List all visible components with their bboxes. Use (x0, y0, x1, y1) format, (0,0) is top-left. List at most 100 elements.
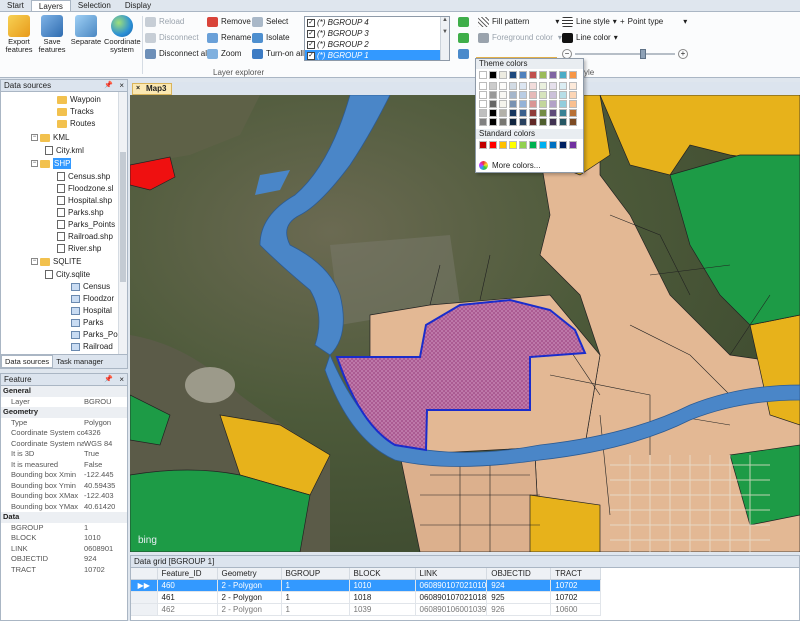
color-swatch[interactable] (559, 118, 567, 126)
tree-node[interactable]: − SQLITE (31, 256, 81, 267)
property-value[interactable]: 1010 (84, 533, 127, 544)
color-swatch[interactable] (539, 100, 547, 108)
table-cell[interactable]: 1 (281, 603, 350, 616)
property-value[interactable]: 4326 (84, 428, 127, 439)
color-swatch[interactable] (529, 118, 537, 126)
tree-node[interactable]: Tracks (57, 106, 94, 117)
color-swatch[interactable] (519, 100, 527, 108)
color-swatch[interactable] (499, 91, 507, 99)
row-header[interactable] (131, 591, 158, 604)
column-header[interactable]: LINK (415, 568, 488, 580)
color-swatch[interactable] (559, 141, 567, 149)
color-swatch[interactable] (519, 71, 527, 79)
color-swatch[interactable] (499, 82, 507, 90)
property-value[interactable]: 10702 (84, 565, 127, 576)
table-cell[interactable]: 461 (157, 591, 218, 604)
color-swatch[interactable] (539, 109, 547, 117)
collapse-icon[interactable]: − (31, 160, 38, 167)
color-swatch[interactable] (559, 82, 567, 90)
color-swatch[interactable] (559, 71, 567, 79)
column-header[interactable]: Feature_ID (157, 568, 218, 580)
property-value[interactable]: 40.61420 (84, 502, 127, 513)
color-swatch[interactable] (489, 82, 497, 90)
color-swatch[interactable] (549, 109, 557, 117)
property-value[interactable]: False (84, 460, 127, 471)
tab-selection[interactable]: Selection (71, 0, 118, 11)
property-value[interactable]: BGROU (84, 397, 127, 408)
color-swatch[interactable] (569, 100, 577, 108)
table-cell[interactable]: 10600 (550, 603, 602, 616)
tab-task-manager[interactable]: Task manager (53, 355, 106, 368)
color-swatch[interactable] (509, 100, 517, 108)
tree-node[interactable]: Hospital (71, 305, 112, 316)
color-swatch[interactable] (529, 141, 537, 149)
row-header[interactable]: ▶▶ (131, 579, 158, 592)
line-color-dropdown[interactable]: Line color ▾ (562, 32, 618, 44)
table-row[interactable]: ▶▶ 460 2 - Polygon 1 1010 060890107021010 924 1… (131, 579, 602, 592)
color-swatch[interactable] (569, 118, 577, 126)
close-icon[interactable]: × (136, 84, 140, 94)
layer-item-bgroup-1[interactable]: ✓ (*) BGROUP 1 (305, 50, 449, 60)
table-cell[interactable]: 1039 (349, 603, 416, 616)
point-type-dropdown[interactable]: + Point type ▾ (620, 16, 687, 28)
table-cell[interactable]: 060890106001039 (415, 603, 488, 616)
line-style-dropdown[interactable]: Line style ▾ (562, 16, 617, 28)
move-down-button[interactable] (458, 32, 472, 44)
column-header[interactable]: Geometry (217, 568, 282, 580)
checkbox-icon[interactable]: ✓ (307, 29, 315, 38)
color-swatch[interactable] (519, 109, 527, 117)
checkbox-icon[interactable]: ✓ (307, 18, 315, 27)
layer-item-bgroup-3[interactable]: ✓ (*) BGROUP 3 (305, 28, 449, 39)
tree-node[interactable]: Waypoin (57, 94, 101, 105)
color-swatch[interactable] (499, 109, 507, 117)
color-swatch[interactable] (489, 141, 497, 149)
table-cell[interactable]: 460 (157, 579, 218, 592)
data-sources-scrollbar[interactable] (118, 92, 127, 354)
map-view[interactable]: bing (130, 95, 800, 552)
isolate-button[interactable]: Isolate (252, 32, 290, 44)
color-swatch[interactable] (529, 71, 537, 79)
tree-node[interactable]: − SHP (31, 158, 72, 169)
pin-icon[interactable]: 📌 (104, 374, 113, 385)
tree-node[interactable]: Hospital.shp (57, 195, 112, 206)
checkbox-icon[interactable]: ✓ (307, 40, 315, 49)
color-swatch[interactable] (479, 91, 487, 99)
map-canvas[interactable]: bing (130, 95, 800, 552)
separate-button[interactable]: Separate (70, 15, 102, 46)
color-swatch[interactable] (519, 91, 527, 99)
table-cell[interactable]: 1 (281, 591, 350, 604)
layer-list[interactable]: ✓ (*) BGROUP 4 ✓ (*) BGROUP 3 ✓ (*) BGROUP … (304, 16, 450, 61)
color-swatch[interactable] (479, 118, 487, 126)
close-icon[interactable]: × (119, 80, 124, 91)
tree-node[interactable]: Parks.shp (57, 207, 104, 218)
layer-item-bgroup-4[interactable]: ✓ (*) BGROUP 4 (305, 17, 449, 28)
reload-button[interactable]: Reload (145, 16, 184, 28)
row-header[interactable] (131, 603, 158, 616)
table-cell[interactable]: 925 (486, 591, 552, 604)
color-swatch[interactable] (489, 100, 497, 108)
foreground-color-dropdown[interactable]: Foreground color ▾ (478, 32, 562, 44)
tree-node[interactable]: Parks_Points (57, 219, 115, 230)
color-swatch[interactable] (539, 118, 547, 126)
property-value[interactable]: -122.403 (84, 491, 127, 502)
color-swatch[interactable] (479, 141, 487, 149)
fill-pattern-dropdown[interactable]: Fill pattern ▾ (478, 16, 559, 28)
tree-node[interactable]: Railroad (71, 341, 113, 352)
table-cell[interactable]: 926 (486, 603, 552, 616)
tree-node[interactable]: Floodzone.sl (57, 183, 113, 194)
color-swatch[interactable] (519, 118, 527, 126)
turn-on-all-button[interactable]: Turn-on all (252, 48, 304, 60)
color-swatch[interactable] (539, 82, 547, 90)
color-swatch[interactable] (549, 91, 557, 99)
property-value[interactable]: WGS 84 (84, 439, 127, 450)
color-swatch[interactable] (539, 141, 547, 149)
table-cell[interactable]: 462 (157, 603, 218, 616)
more-colors-button[interactable]: More colors... (479, 160, 540, 171)
tree-node[interactable]: Floodzor (71, 293, 114, 304)
color-swatch[interactable] (569, 82, 577, 90)
tree-node[interactable]: Census (71, 281, 110, 292)
color-swatch[interactable] (559, 91, 567, 99)
close-icon[interactable]: × (119, 374, 124, 385)
color-swatch[interactable] (509, 109, 517, 117)
collapse-icon[interactable]: − (31, 258, 38, 265)
